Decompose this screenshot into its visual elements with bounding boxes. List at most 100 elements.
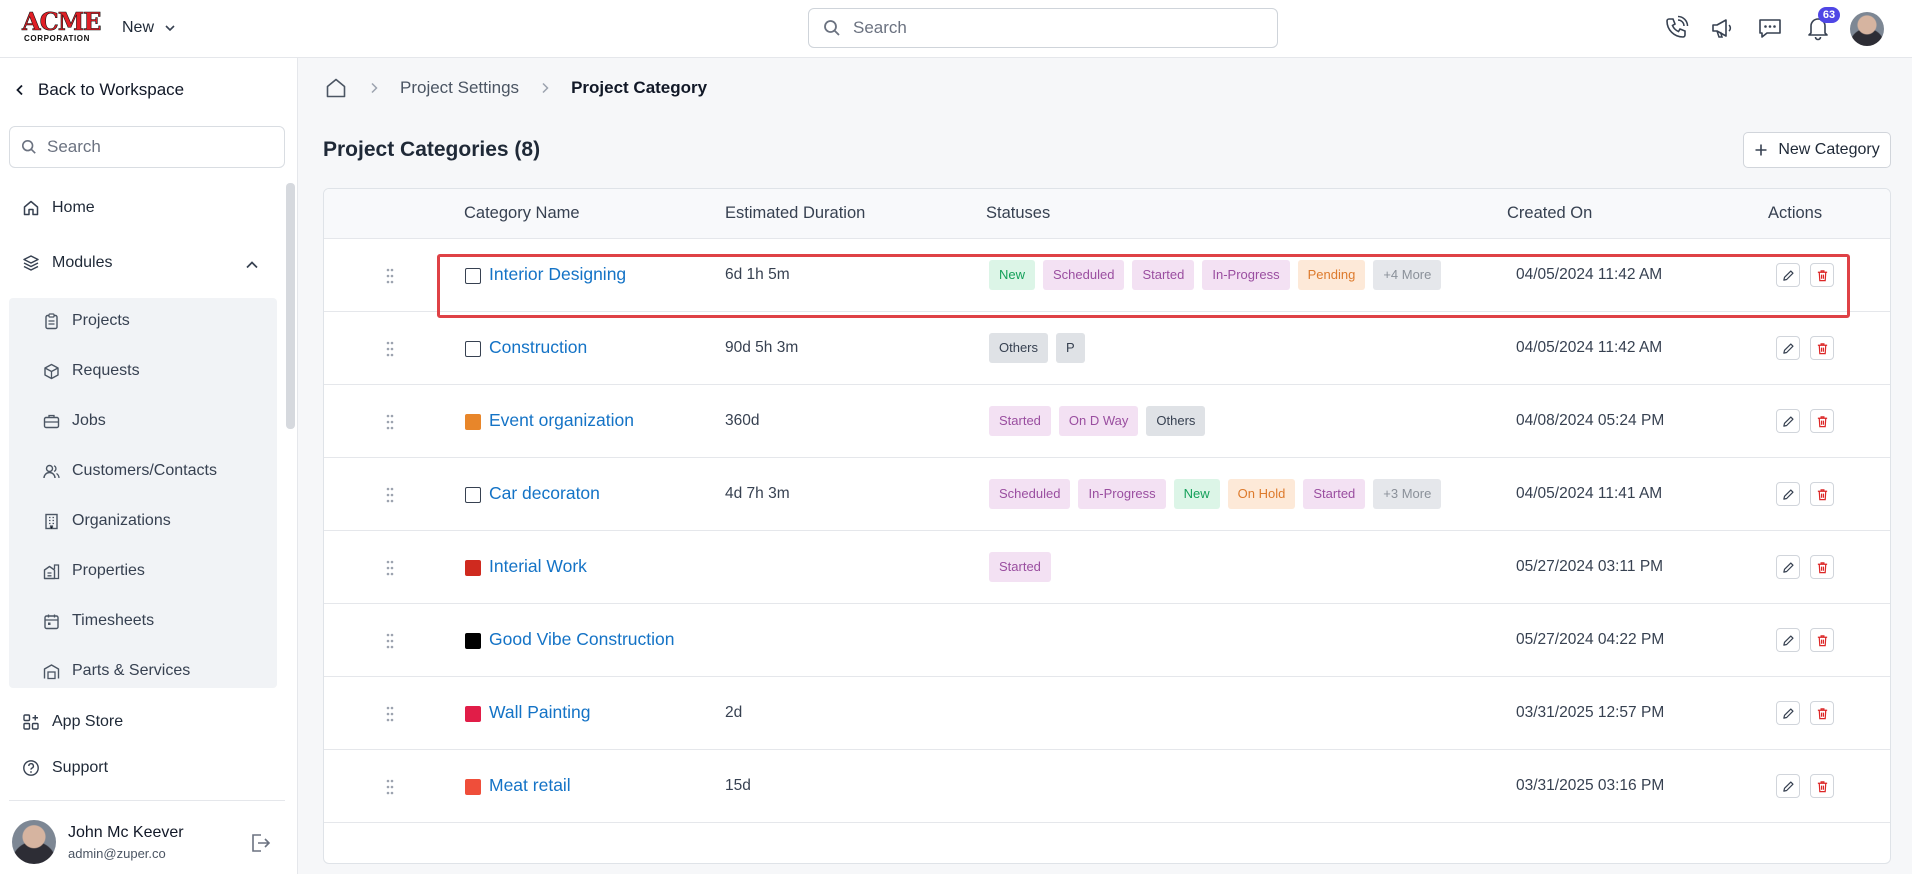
status-badge: +3 More: [1373, 479, 1442, 509]
drag-handle-icon[interactable]: [386, 414, 394, 430]
column-header-category-name: Category Name: [464, 204, 580, 222]
category-name-link[interactable]: Construction: [489, 337, 587, 358]
global-search[interactable]: [808, 8, 1278, 48]
trash-icon: [1817, 342, 1827, 354]
delete-button[interactable]: [1810, 336, 1834, 360]
edit-button[interactable]: [1776, 482, 1800, 506]
delete-button[interactable]: [1810, 409, 1834, 433]
delete-button[interactable]: [1810, 774, 1834, 798]
phone-icon[interactable]: [1663, 15, 1689, 41]
sidebar-item-parts-services[interactable]: Parts & Services: [43, 662, 190, 680]
table-row: Event organization 360d Started On D Way Oth…: [324, 385, 1890, 458]
created-on: 05/27/2024 03:11 PM: [1516, 558, 1664, 575]
sidebar-item-support[interactable]: Support: [22, 759, 108, 777]
search-icon: [21, 139, 36, 154]
delete-button[interactable]: [1810, 482, 1834, 506]
delete-button[interactable]: [1810, 555, 1834, 579]
sidebar-scrollbar[interactable]: [286, 183, 295, 429]
notification-badge: 63: [1818, 7, 1840, 23]
drag-handle-icon[interactable]: [386, 633, 394, 649]
status-badge: In-Progress: [1078, 479, 1166, 509]
status-badge: New: [1173, 479, 1220, 509]
modules-submenu: Projects Requests Jobs Customers/Contact…: [9, 298, 277, 688]
acme-logo[interactable]: ACME CORPORATION: [22, 9, 102, 43]
category-name-link[interactable]: Meat retail: [489, 775, 571, 796]
breadcrumb-project-settings[interactable]: Project Settings: [400, 78, 519, 98]
pencil-icon: [1782, 707, 1794, 719]
briefcase-icon: [43, 414, 60, 428]
drag-handle-icon[interactable]: [386, 560, 394, 576]
user-profile[interactable]: John Mc Keever admin@zuper.co: [12, 820, 292, 866]
sidebar-search[interactable]: [9, 126, 285, 168]
sidebar-item-jobs[interactable]: Jobs: [43, 412, 106, 430]
sidebar-item-requests[interactable]: Requests: [43, 362, 140, 380]
category-name-link[interactable]: Wall Painting: [489, 702, 590, 723]
trash-icon: [1817, 707, 1827, 719]
sidebar-item-modules[interactable]: Modules: [22, 254, 112, 272]
category-name-link[interactable]: Good Vibe Construction: [489, 629, 675, 650]
category-name-link[interactable]: Interial Work: [489, 556, 587, 577]
sidebar-item-home[interactable]: Home: [22, 199, 95, 217]
trash-icon: [1817, 561, 1827, 573]
status-badge: Scheduled: [989, 479, 1071, 509]
delete-button[interactable]: [1810, 628, 1834, 652]
pencil-icon: [1782, 269, 1794, 281]
created-on: 03/31/2025 12:57 PM: [1516, 704, 1665, 721]
category-color-swatch: [465, 268, 481, 284]
edit-button[interactable]: [1776, 409, 1800, 433]
sidebar-item-label: Modules: [52, 254, 113, 271]
new-category-button[interactable]: New Category: [1743, 132, 1891, 168]
global-search-input[interactable]: [853, 18, 1253, 38]
category-name-link[interactable]: Interior Designing: [489, 264, 626, 285]
sidebar-search-input[interactable]: [47, 137, 277, 157]
sidebar-item-label: Projects: [72, 312, 130, 329]
sidebar-item-customers-contacts[interactable]: Customers/Contacts: [43, 462, 217, 480]
notification-bell-icon[interactable]: 63: [1805, 7, 1840, 41]
chevron-up-icon[interactable]: [244, 257, 260, 273]
chat-icon[interactable]: [1757, 15, 1783, 41]
trash-icon: [1817, 415, 1827, 427]
table-row: Interior Designing 6d 1h 5m New Scheduled St…: [324, 239, 1890, 312]
pencil-icon: [1782, 488, 1794, 500]
category-name-link[interactable]: Car decoraton: [489, 483, 600, 504]
drag-handle-icon[interactable]: [386, 779, 394, 795]
edit-button[interactable]: [1776, 774, 1800, 798]
created-on: 04/05/2024 11:42 AM: [1516, 339, 1663, 356]
drag-handle-icon[interactable]: [386, 487, 394, 503]
home-icon[interactable]: [324, 76, 348, 100]
status-badge: Started: [1132, 260, 1195, 290]
sidebar-item-app-store[interactable]: App Store: [22, 713, 123, 731]
column-header-actions: Actions: [1768, 204, 1823, 222]
user-avatar[interactable]: [1850, 12, 1884, 46]
category-name-link[interactable]: Event organization: [489, 410, 634, 431]
edit-button[interactable]: [1776, 555, 1800, 579]
status-badge: On Hold: [1227, 479, 1296, 509]
drag-handle-icon[interactable]: [386, 706, 394, 722]
sidebar-item-label: App Store: [52, 713, 124, 730]
top-bar: ACME CORPORATION New 63: [0, 0, 1912, 58]
sidebar-item-timesheets[interactable]: Timesheets: [43, 612, 154, 630]
sidebar-item-organizations[interactable]: Organizations: [43, 512, 171, 530]
breadcrumb-project-category: Project Category: [571, 78, 708, 97]
sidebar-item-label: Support: [52, 759, 109, 776]
back-to-workspace-link[interactable]: Back to Workspace: [14, 80, 184, 100]
sidebar-item-properties[interactable]: Properties: [43, 562, 145, 580]
status-badge: +4 More: [1373, 260, 1442, 290]
drag-handle-icon[interactable]: [386, 268, 394, 284]
megaphone-icon[interactable]: [1709, 15, 1735, 41]
edit-button[interactable]: [1776, 701, 1800, 725]
delete-button[interactable]: [1810, 263, 1834, 287]
table-row: Wall Painting 2d 03/31/2025 12:57 PM: [324, 677, 1890, 750]
delete-button[interactable]: [1810, 701, 1834, 725]
edit-button[interactable]: [1776, 336, 1800, 360]
edit-button[interactable]: [1776, 628, 1800, 652]
sidebar-item-projects[interactable]: Projects: [43, 312, 130, 330]
sidebar-item-label: Organizations: [72, 512, 171, 529]
new-dropdown-button[interactable]: New: [122, 17, 176, 39]
drag-handle-icon[interactable]: [386, 341, 394, 357]
status-list: Others P: [989, 333, 1085, 363]
edit-button[interactable]: [1776, 263, 1800, 287]
calendar-icon: [44, 614, 59, 629]
logout-icon[interactable]: [248, 831, 272, 855]
new-category-label: New Category: [1778, 141, 1880, 158]
